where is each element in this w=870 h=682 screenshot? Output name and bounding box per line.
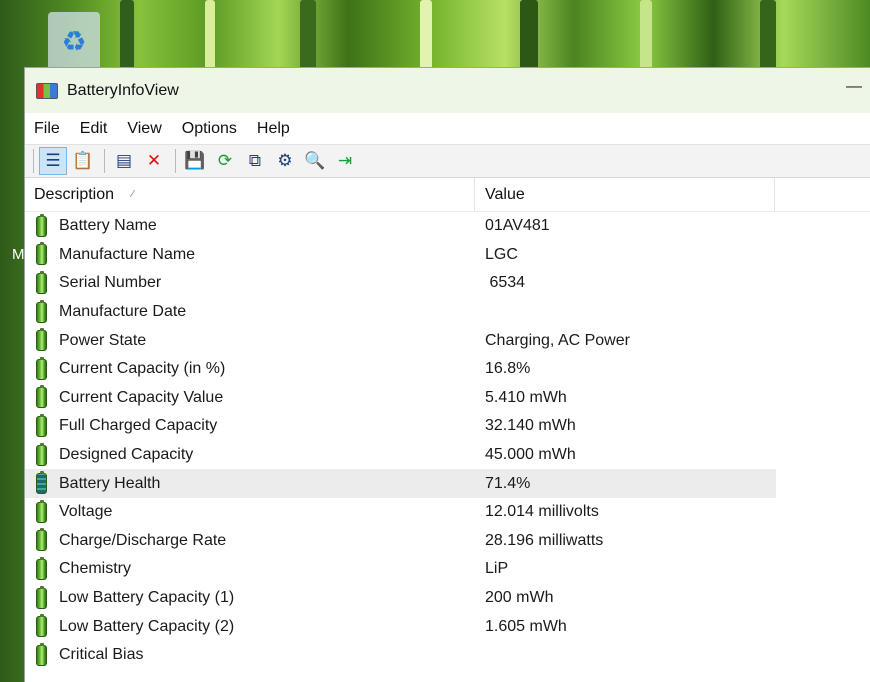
row-value: 16.8% xyxy=(485,360,531,378)
title-bar[interactable]: BatteryInfoView — xyxy=(25,68,870,113)
copy-icon[interactable]: ⧉ xyxy=(241,147,269,175)
app-window: BatteryInfoView — File Edit View Options… xyxy=(24,67,870,682)
save-icon[interactable]: 💾 xyxy=(181,147,209,175)
battery-icon xyxy=(36,385,47,409)
refresh-icon[interactable]: ⟳ xyxy=(211,147,239,175)
row-value: LiP xyxy=(485,560,509,578)
column-header-description-label: Description xyxy=(34,185,115,203)
row-value: 28.196 milliwatts xyxy=(485,531,604,549)
sort-ascending-icon: ⁄ xyxy=(132,189,134,200)
row-value: LGC xyxy=(485,245,518,263)
battery-icon xyxy=(36,413,47,437)
recycle-bin-icon[interactable]: ♻ xyxy=(48,12,100,70)
table-row[interactable]: Voltage 12.014 millivolts xyxy=(25,498,776,527)
battery-icon xyxy=(36,356,47,380)
row-value: 1.605 mWh xyxy=(485,617,567,635)
table-row[interactable]: Power State Charging, AC Power xyxy=(25,326,776,355)
menu-file[interactable]: File xyxy=(34,118,60,140)
menu-edit[interactable]: Edit xyxy=(80,118,108,140)
row-value: Charging, AC Power xyxy=(485,331,630,349)
row-description: Manufacture Name xyxy=(59,245,196,263)
row-description: Power State xyxy=(59,331,147,349)
battery-info-list: Battery Name 01AV481 Manufacture Name LG… xyxy=(25,212,870,670)
row-description: Critical Bias xyxy=(59,646,144,664)
battery-icon xyxy=(36,328,47,352)
row-value: 200 mWh xyxy=(485,589,554,607)
battery-icon xyxy=(36,270,47,294)
column-header-value[interactable]: Value xyxy=(475,178,775,211)
table-row[interactable]: Designed Capacity 45.000 mWh xyxy=(25,441,776,470)
battery-icon xyxy=(36,528,47,552)
menu-help[interactable]: Help xyxy=(257,118,290,140)
toolbar: ☰ 📋 ▤ ✕ 💾 ⟳ ⧉ ⚙ 🔍 ⇥ xyxy=(25,144,870,178)
toolbar-separator xyxy=(104,149,105,173)
table-row[interactable]: Manufacture Name LGC xyxy=(25,241,776,270)
menu-bar: File Edit View Options Help xyxy=(25,113,870,144)
row-description: Serial Number xyxy=(59,274,162,292)
row-description: Low Battery Capacity (2) xyxy=(59,617,235,635)
table-row[interactable]: Current Capacity Value 5.410 mWh xyxy=(25,384,776,413)
view-text-icon[interactable]: 📋 xyxy=(69,147,97,175)
minimize-icon[interactable]: — xyxy=(846,78,862,96)
row-value: 01AV481 xyxy=(485,217,550,235)
battery-icon xyxy=(36,213,47,237)
row-description: Designed Capacity xyxy=(59,446,194,464)
table-row[interactable]: Battery Name 01AV481 xyxy=(25,212,776,241)
row-value: 12.014 millivolts xyxy=(485,503,599,521)
battery-icon xyxy=(36,299,47,323)
battery-icon xyxy=(36,614,47,638)
table-row-selected[interactable]: Battery Health 71.4% xyxy=(25,469,776,498)
column-header-description[interactable]: Description ⁄ xyxy=(25,178,475,211)
table-row[interactable]: Critical Bias xyxy=(25,641,776,670)
row-description: Battery Health xyxy=(59,474,161,492)
table-row[interactable]: Manufacture Date xyxy=(25,298,776,327)
toolbar-separator xyxy=(175,149,176,173)
view-list-icon[interactable]: ☰ xyxy=(39,147,67,175)
row-description: Voltage xyxy=(59,503,113,521)
row-description: Chemistry xyxy=(59,560,132,578)
row-description: Manufacture Date xyxy=(59,303,187,321)
table-row[interactable]: Serial Number 6534 xyxy=(25,269,776,298)
battery-icon xyxy=(36,442,47,466)
table-row[interactable]: Low Battery Capacity (1) 200 mWh xyxy=(25,584,776,613)
row-description: Charge/Discharge Rate xyxy=(59,531,227,549)
table-row[interactable]: Chemistry LiP xyxy=(25,555,776,584)
row-description: Low Battery Capacity (1) xyxy=(59,589,235,607)
properties-window-icon[interactable]: ▤ xyxy=(110,147,138,175)
exit-icon[interactable]: ⇥ xyxy=(331,147,359,175)
window-title: BatteryInfoView xyxy=(67,81,179,99)
toolbar-separator xyxy=(33,149,34,173)
battery-app-icon xyxy=(36,82,58,99)
battery-icon xyxy=(36,499,47,523)
battery-icon xyxy=(36,242,47,266)
row-value: 5.410 mWh xyxy=(485,388,567,406)
battery-icon xyxy=(36,642,47,666)
row-description: Current Capacity Value xyxy=(59,388,224,406)
table-row[interactable]: Low Battery Capacity (2) 1.605 mWh xyxy=(25,612,776,641)
battery-icon xyxy=(36,585,47,609)
row-description: Current Capacity (in %) xyxy=(59,360,226,378)
row-description: Battery Name xyxy=(59,217,157,235)
row-value: 6534 xyxy=(485,274,526,292)
battery-health-icon xyxy=(36,471,47,495)
row-description: Full Charged Capacity xyxy=(59,417,218,435)
battery-icon xyxy=(36,556,47,580)
find-icon[interactable]: 🔍 xyxy=(301,147,329,175)
table-row[interactable]: Charge/Discharge Rate 28.196 milliwatts xyxy=(25,527,776,556)
row-value: 32.140 mWh xyxy=(485,417,576,435)
menu-options[interactable]: Options xyxy=(182,118,237,140)
table-row[interactable]: Current Capacity (in %) 16.8% xyxy=(25,355,776,384)
delete-icon[interactable]: ✕ xyxy=(140,147,168,175)
list-header: Description ⁄ Value xyxy=(25,178,870,212)
row-value: 45.000 mWh xyxy=(485,446,576,464)
menu-view[interactable]: View xyxy=(127,118,161,140)
table-row[interactable]: Full Charged Capacity 32.140 mWh xyxy=(25,412,776,441)
column-header-value-label: Value xyxy=(485,185,525,203)
desktop-icon-label-partial: M xyxy=(12,246,25,263)
row-value: 71.4% xyxy=(485,474,531,492)
options-icon[interactable]: ⚙ xyxy=(271,147,299,175)
